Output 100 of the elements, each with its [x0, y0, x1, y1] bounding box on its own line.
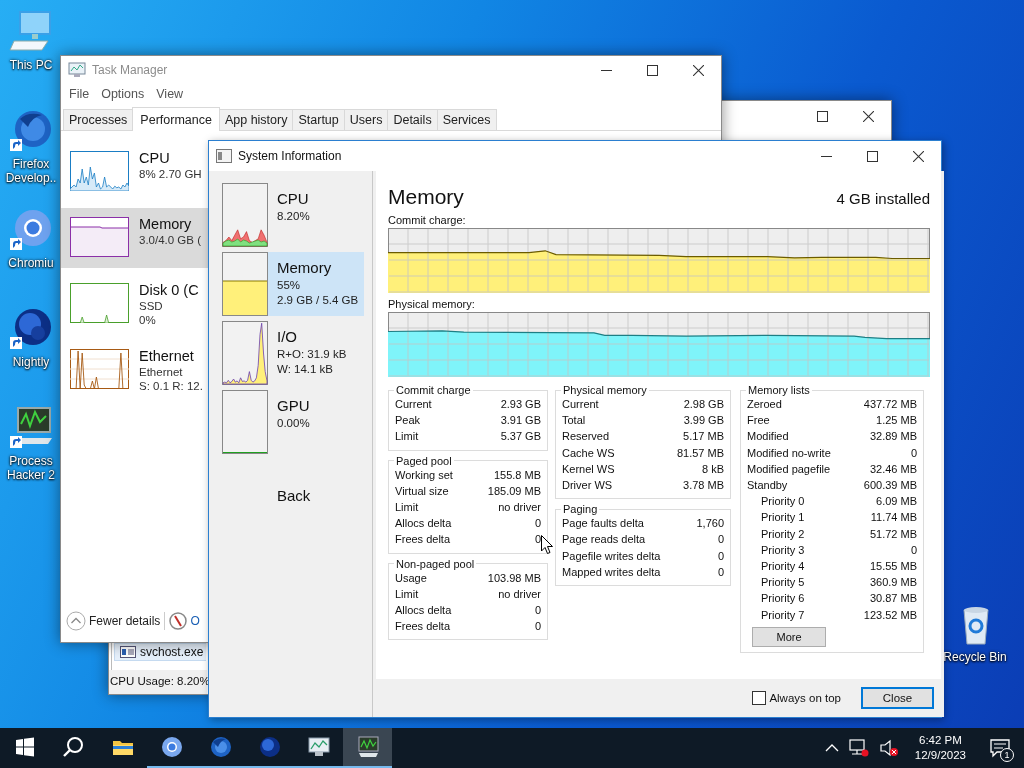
memory-graph: [222, 252, 268, 316]
field-label: Usage: [395, 570, 427, 586]
field-value: 0: [534, 619, 541, 635]
close-icon[interactable]: [912, 150, 924, 162]
resource-detail: Ethernet: [139, 365, 184, 379]
tab[interactable]: Startup: [292, 109, 345, 130]
close-button[interactable]: Close: [861, 687, 934, 709]
checkbox-label[interactable]: Always on top: [769, 692, 841, 704]
resource-item[interactable]: Disk 0 (C SSD 0%: [61, 274, 209, 334]
field-value: 0: [717, 532, 724, 548]
gpu-graph: [222, 390, 268, 454]
sidebar-item[interactable]: Memory 55% 2.9 GB / 5.4 GB: [222, 252, 364, 316]
back-link[interactable]: Back: [277, 487, 372, 504]
tab[interactable]: Processes: [63, 109, 134, 130]
monitor-icon[interactable]: [355, 735, 380, 759]
field-label: Frees delta: [395, 532, 451, 548]
gauge-icon[interactable]: [169, 612, 188, 630]
more-button[interactable]: More: [752, 626, 826, 647]
resource-name: Memory: [139, 215, 193, 233]
tab[interactable]: Users: [343, 109, 389, 130]
network-icon[interactable]: [848, 739, 869, 757]
field-label: Current: [562, 397, 599, 412]
resource-name: CPU: [277, 189, 310, 209]
ring-logo-icon[interactable]: [159, 735, 184, 759]
tab[interactable]: Services: [436, 109, 497, 130]
mouse-pointer-icon: [541, 535, 553, 554]
field-label: Zeroed: [747, 397, 782, 412]
field-value: 0: [534, 532, 541, 548]
message-icon[interactable]: [989, 738, 1011, 758]
field-value: no driver: [498, 500, 541, 515]
resource-detail: 2.9 GB / 5.4 GB: [277, 293, 359, 308]
field-label: Reserved: [562, 429, 610, 445]
field-label: Allocs delta: [395, 516, 452, 532]
field-value: 103.98 MB: [487, 570, 541, 586]
sidebar-item[interactable]: CPU 8.20%: [222, 183, 364, 247]
globe-icon[interactable]: [208, 735, 233, 759]
computer-icon[interactable]: [8, 8, 54, 54]
volume-muted-icon[interactable]: [878, 739, 899, 757]
field-value: 185.09 MB: [487, 483, 541, 499]
field-value: 155.8 MB: [493, 467, 541, 483]
field-label: Kernel WS: [562, 461, 615, 477]
field-value: 1.25 MB: [876, 413, 917, 429]
list-row[interactable]: svchost.exe: [114, 643, 206, 661]
tab[interactable]: App history: [218, 109, 294, 130]
monitor-icon[interactable]: [306, 735, 331, 759]
field-label: Modified: [747, 429, 789, 445]
sidebar-item[interactable]: GPU 0.00%: [222, 390, 364, 454]
resource-detail: S: 0.1 R: 12.: [139, 379, 203, 393]
field-value: 32.89 MB: [869, 429, 917, 445]
clock[interactable]: 6:42 PM 12/9/2023: [908, 733, 972, 763]
field-label: Page faults delta: [562, 516, 644, 532]
field-label: Cache WS: [562, 445, 615, 461]
maximize-icon[interactable]: [646, 64, 658, 76]
field-value: 3.91 GB: [500, 413, 541, 429]
tab[interactable]: Performance: [132, 107, 220, 131]
field-label: Priority 5: [761, 575, 805, 591]
close-icon[interactable]: [862, 110, 874, 122]
tab[interactable]: Details: [387, 109, 438, 130]
menu-item[interactable]: File: [63, 87, 96, 101]
field-label: Limit: [395, 586, 419, 602]
search-icon[interactable]: [61, 735, 86, 759]
icon-label[interactable]: Recycle Bin: [942, 650, 1008, 664]
field-value: 8 kB: [702, 461, 724, 477]
monitor-icon[interactable]: [8, 404, 54, 450]
fewer-details-link[interactable]: Fewer details: [89, 614, 161, 628]
notification-button[interactable]: 1: [982, 728, 1018, 768]
resource-detail: 8% 2.70 GH: [139, 167, 202, 181]
field-label: Working set: [395, 467, 453, 483]
sidebar-item[interactable]: I/O R+O: 31.9 kB W: 14.1 kB: [222, 321, 364, 385]
field-label: Priority 1: [761, 510, 805, 526]
field-value: 0: [534, 516, 541, 532]
field-label: Priority 0: [761, 494, 805, 510]
maximize-icon[interactable]: [816, 110, 828, 122]
resource-detail: 0%: [139, 313, 157, 327]
field-value: 123.52 MB: [863, 607, 917, 623]
resource-item[interactable]: Ethernet Ethernet S: 0.1 R: 12.: [61, 340, 209, 400]
window-icon: [120, 646, 136, 658]
resource-name: I/O: [277, 327, 298, 347]
collapse-icon[interactable]: [66, 611, 86, 631]
taskbar-button[interactable]: [343, 728, 392, 768]
resource-name: CPU: [139, 149, 171, 167]
clock-time: 6:42 PM: [919, 733, 962, 748]
field-value: 0: [534, 603, 541, 619]
field-label: Priority 7: [761, 607, 805, 623]
checkbox[interactable]: [752, 691, 767, 705]
resource-item[interactable]: Memory 3.0/4.0 GB (: [61, 208, 209, 268]
menu-item[interactable]: View: [150, 87, 190, 101]
group-title: Memory lists: [747, 384, 811, 396]
close-icon[interactable]: [692, 64, 704, 76]
monitor-link[interactable]: O: [190, 614, 200, 628]
process-name: svchost.exe: [140, 645, 204, 659]
menu-item[interactable]: Options: [95, 87, 151, 101]
chevron-up-icon[interactable]: [824, 743, 839, 753]
clock-date: 12/9/2023: [914, 748, 966, 763]
graph-label: Physical memory:: [388, 298, 476, 310]
group-title: Non-paged pool: [395, 557, 476, 570]
field-label: Total: [562, 413, 586, 429]
maximize-icon[interactable]: [866, 150, 878, 162]
field-value: 437.72 MB: [863, 397, 917, 412]
resource-item[interactable]: CPU 8% 2.70 GH: [61, 142, 209, 202]
